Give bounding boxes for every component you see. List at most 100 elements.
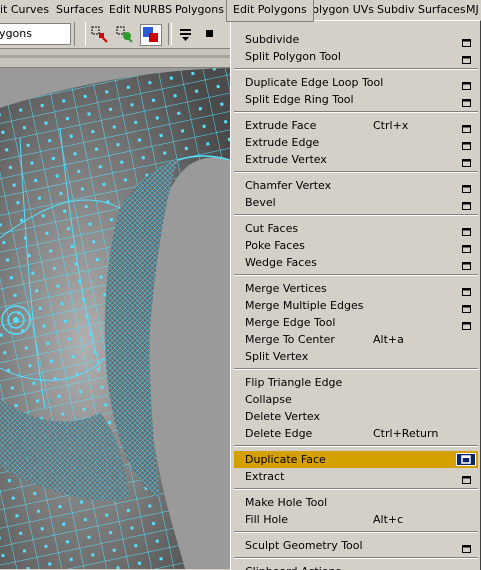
menu-set-value: lygons — [0, 27, 32, 40]
menu-item-split-vertex[interactable]: Split Vertex — [234, 348, 478, 365]
menu-item-cut-faces[interactable]: Cut Faces — [234, 220, 478, 237]
menu-item-sculpt-geometry-tool[interactable]: Sculpt Geometry Tool — [234, 537, 478, 554]
menu-item-label: Extrude Vertex — [245, 153, 327, 166]
menu-mj[interactable]: MJ — [460, 0, 481, 20]
hierarchy-mode-icon[interactable] — [115, 24, 135, 44]
option-box-icon[interactable] — [462, 198, 471, 210]
menu-item-label: Delete Vertex — [245, 410, 320, 423]
menu-item-shortcut: Ctrl+Return — [373, 427, 439, 440]
menu-item-shortcut: Alt+c — [373, 513, 404, 526]
menu-item-label: Extrude Face — [245, 119, 317, 132]
option-box-icon[interactable] — [462, 284, 471, 296]
menu-item-merge-edge-tool[interactable]: Merge Edge Tool — [234, 314, 478, 331]
menu-item-label: Extract — [245, 470, 285, 483]
menu-divider — [234, 445, 478, 447]
menu-item-label: Merge Edge Tool — [245, 316, 336, 329]
toolbar-separator — [168, 23, 172, 45]
menu-divider — [234, 68, 478, 70]
menu-item-label: Subdivide — [245, 33, 300, 46]
menu-item-collapse[interactable]: Collapse — [234, 391, 478, 408]
option-box-icon[interactable] — [456, 453, 476, 466]
menu-item-fill-hole[interactable]: Fill Hole Alt+c — [234, 511, 478, 528]
menu-item-duplicate-edge-loop-tool[interactable]: Duplicate Edge Loop Tool — [234, 74, 478, 91]
option-box-icon[interactable] — [462, 121, 471, 133]
menu-item-shortcut: Ctrl+x — [373, 119, 409, 132]
menu-item-label: Wedge Faces — [245, 256, 317, 269]
shelf-strip — [0, 49, 240, 68]
menu-item-merge-vertices[interactable]: Merge Vertices — [234, 280, 478, 297]
shelf-menu-icon[interactable] — [176, 24, 196, 44]
menu-item-label: Extrude Edge — [245, 136, 320, 149]
menu-item-merge-multiple-edges[interactable]: Merge Multiple Edges — [234, 297, 478, 314]
option-box-icon[interactable] — [462, 258, 471, 270]
option-box-icon[interactable] — [462, 138, 471, 150]
option-box-icon[interactable] — [462, 78, 471, 90]
menu-item-label: Poke Faces — [245, 239, 305, 252]
edit-polygons-dropdown: Subdivide Split Polygon Tool Duplicate Edg… — [230, 20, 481, 570]
option-box-icon[interactable] — [462, 95, 471, 107]
menu-item-chamfer-vertex[interactable]: Chamfer Vertex — [234, 177, 478, 194]
menu-surfaces[interactable]: Surfaces — [50, 0, 110, 20]
option-box-icon[interactable] — [462, 52, 471, 64]
option-box-icon[interactable] — [462, 155, 471, 167]
menu-item-subdivide[interactable]: Subdivide — [234, 31, 478, 48]
option-box-icon[interactable] — [462, 541, 471, 553]
menu-subdiv-surfaces[interactable]: Subdiv Surfaces — [371, 0, 472, 20]
menu-item-wedge-faces[interactable]: Wedge Faces — [234, 254, 478, 271]
menu-item-label: Duplicate Edge Loop Tool — [245, 76, 384, 89]
menu-item-label: Split Polygon Tool — [245, 50, 341, 63]
option-box-icon[interactable] — [462, 241, 471, 253]
selection-mask-icon[interactable] — [90, 24, 110, 44]
viewport-3d[interactable] — [0, 68, 240, 569]
menu-item-flip-triangle-edge[interactable]: Flip Triangle Edge — [234, 374, 478, 391]
menu-item-label: Sculpt Geometry Tool — [245, 539, 363, 552]
menu-item-label: Bevel — [245, 196, 276, 209]
menu-item-delete-vertex[interactable]: Delete Vertex — [234, 408, 478, 425]
menu-item-duplicate-face[interactable]: Duplicate Face — [234, 451, 478, 468]
menu-polygons[interactable]: Polygons — [169, 0, 230, 20]
menu-divider — [234, 488, 478, 490]
chevron-down-icon[interactable] — [74, 22, 86, 46]
menu-edit-polygons[interactable]: Edit Polygons — [226, 0, 314, 22]
menu-curves[interactable]: it Curves — [0, 0, 55, 20]
menu-divider — [234, 214, 478, 216]
menu-item-label: Split Vertex — [245, 350, 309, 363]
menu-item-make-hole-tool[interactable]: Make Hole Tool — [234, 494, 478, 511]
menu-bar: it Curves Surfaces Edit NURBS Polygons E… — [0, 0, 481, 22]
menu-item-label: Duplicate Face — [245, 453, 326, 466]
menu-divider — [234, 274, 478, 276]
menu-item-shortcut: Alt+a — [373, 333, 404, 346]
option-box-icon[interactable] — [462, 472, 471, 484]
menu-divider — [234, 171, 478, 173]
component-mode-icon[interactable] — [140, 24, 162, 46]
menu-item-split-edge-ring-tool[interactable]: Split Edge Ring Tool — [234, 91, 478, 108]
menu-item-split-polygon-tool[interactable]: Split Polygon Tool — [234, 48, 478, 65]
menu-item-label: Fill Hole — [245, 513, 289, 526]
menu-item-bevel[interactable]: Bevel — [234, 194, 478, 211]
option-box-icon[interactable] — [462, 318, 471, 330]
polygon-mesh — [0, 68, 240, 569]
menu-edit-nurbs[interactable]: Edit NURBS — [103, 0, 178, 20]
menu-item-label: Chamfer Vertex — [245, 179, 332, 192]
option-box-icon[interactable] — [462, 181, 471, 193]
menu-item-delete-edge[interactable]: Delete Edge Ctrl+Return — [234, 425, 478, 442]
option-box-icon[interactable] — [462, 224, 471, 236]
option-box-icon[interactable] — [462, 301, 471, 313]
menu-item-extrude-face[interactable]: Extrude Face Ctrl+x — [234, 117, 478, 134]
menu-divider — [234, 111, 478, 113]
menu-item-label: Merge Vertices — [245, 282, 327, 295]
menu-item-poke-faces[interactable]: Poke Faces — [234, 237, 478, 254]
option-box-icon[interactable] — [462, 35, 471, 47]
menu-item-label: Flip Triangle Edge — [245, 376, 343, 389]
menu-item-label: Split Edge Ring Tool — [245, 93, 354, 106]
menu-item-label: Merge Multiple Edges — [245, 299, 364, 312]
menu-item-extrude-vertex[interactable]: Extrude Vertex — [234, 151, 478, 168]
menu-set-selector[interactable]: lygons — [0, 23, 71, 45]
menu-item-label: Collapse — [245, 393, 292, 406]
menu-item-extract[interactable]: Extract — [234, 468, 478, 485]
menu-item-merge-to-center[interactable]: Merge To Center Alt+a — [234, 331, 478, 348]
menu-item-extrude-edge[interactable]: Extrude Edge — [234, 134, 478, 151]
stop-icon[interactable] — [200, 24, 220, 44]
menu-divider — [234, 531, 478, 533]
menu-divider — [234, 368, 478, 370]
